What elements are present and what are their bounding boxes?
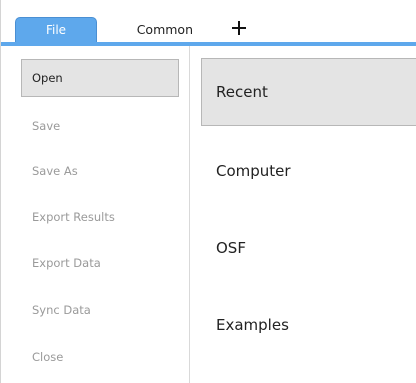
file-menu-sidebar: Open Save Save As Export Results Export … [1, 46, 190, 383]
open-submenu: Recent Computer OSF Examples [190, 46, 416, 383]
tab-common-label: Common [136, 22, 193, 37]
file-menu-window: File Common Open Save Save As Export Res… [0, 0, 416, 383]
menu-item-label: Save As [32, 164, 78, 178]
menu-item-label: Export Data [32, 256, 101, 270]
submenu-item-osf[interactable]: OSF [201, 214, 416, 282]
menu-item-save-as[interactable]: Save As [21, 152, 179, 190]
menu-item-label: Open [32, 71, 63, 85]
menu-item-export-results[interactable]: Export Results [21, 198, 179, 236]
menu-item-label: Close [32, 350, 64, 364]
menu-item-save[interactable]: Save [21, 107, 179, 145]
menu-item-export-data[interactable]: Export Data [21, 244, 179, 282]
menu-item-close[interactable]: Close [21, 338, 179, 376]
submenu-item-computer[interactable]: Computer [201, 137, 416, 205]
tab-file[interactable]: File [15, 17, 97, 42]
add-module-button[interactable] [227, 16, 251, 40]
menu-item-label: Export Results [32, 210, 115, 224]
ribbon-tab-bar: File Common [1, 0, 416, 42]
submenu-item-label: OSF [216, 239, 246, 257]
tab-file-label: File [45, 23, 67, 37]
submenu-item-label: Recent [216, 83, 268, 101]
tab-common[interactable]: Common [99, 17, 195, 42]
submenu-item-recent[interactable]: Recent [201, 58, 416, 126]
menu-item-sync-data[interactable]: Sync Data [21, 291, 179, 329]
submenu-item-examples[interactable]: Examples [201, 291, 416, 359]
submenu-item-label: Examples [216, 316, 289, 334]
menu-item-label: Save [32, 119, 61, 133]
menu-item-open[interactable]: Open [21, 59, 179, 97]
plus-icon [232, 21, 246, 35]
menu-item-label: Sync Data [32, 303, 91, 317]
submenu-item-label: Computer [216, 162, 291, 180]
